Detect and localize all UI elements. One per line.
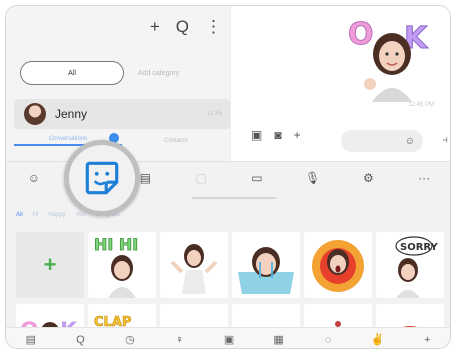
svg-text:HI HI: HI HI <box>94 235 138 254</box>
sticker-icon <box>85 161 119 195</box>
emoji-icon[interactable]: ☺ <box>6 171 62 185</box>
add-sticker-button[interactable]: + <box>16 232 84 298</box>
conversation-row[interactable]: Jenny 12:45 <box>14 99 230 129</box>
contact-name: Jenny <box>55 107 88 121</box>
download-stickers-icon[interactable]: + <box>403 334 451 346</box>
tab-contacts[interactable]: Contacts <box>122 138 230 144</box>
keyboard-switch-icon[interactable]: ▤ <box>6 333 56 346</box>
sticker-pack-2-icon[interactable]: ▦ <box>254 333 304 346</box>
top-actions: + Q ⋮ <box>150 18 222 35</box>
sticker-pack-icon[interactable]: ▣ <box>204 333 254 346</box>
conversation-time: 12:45 <box>206 111 222 117</box>
category-yes[interactable]: Yes <box>76 212 86 218</box>
sticker-sorry[interactable]: SORRY <box>376 232 444 298</box>
sticker-shrug[interactable] <box>160 232 228 298</box>
add-category-link[interactable]: Add category <box>138 70 179 77</box>
settings-icon[interactable]: ⚙ <box>341 171 397 185</box>
category-all[interactable]: All <box>16 212 23 218</box>
avatar <box>24 103 46 125</box>
svg-text:O: O <box>348 17 374 52</box>
message-input[interactable]: ☺ <box>341 130 423 152</box>
ar-emoji-stickers-icon[interactable]: ♀ <box>155 334 205 346</box>
sticker-surprised[interactable] <box>304 232 372 298</box>
bunny-sticker-icon[interactable]: ✌ <box>353 333 403 346</box>
chat-pane: O K 12:45 PM ▣ ◙ + ☺ ⫞ <box>230 6 450 161</box>
app-frame: + Q ⋮ All Add category Jenny 12:45 Conve… <box>5 5 451 349</box>
all-filter-button[interactable]: All <box>20 61 124 85</box>
add-icon[interactable]: + <box>150 18 160 35</box>
more-icon[interactable]: ··· <box>396 171 450 185</box>
sent-ar-emoji-sticker: O K <box>342 14 442 104</box>
sticker-toggle-icon[interactable]: ☺ <box>405 136 415 147</box>
category-hi[interactable]: Hi <box>33 212 39 218</box>
svg-text:SORRY: SORRY <box>400 242 439 253</box>
panel-drag-handle[interactable] <box>192 197 276 199</box>
keyboard-mode-icon[interactable]: ▢ <box>173 171 229 185</box>
microphone-icon[interactable]: 🎙 <box>285 171 341 185</box>
attach-plus-icon[interactable]: + <box>294 128 301 142</box>
keyboard-bottom-bar: ▤ Q ◷ ♀ ▣ ▦ ◌ ✌ + <box>6 327 451 348</box>
sticker-tab-magnifier[interactable] <box>64 140 140 216</box>
character-sticker-icon[interactable]: ◌ <box>303 334 353 346</box>
filter-row: All Add category <box>20 61 179 85</box>
screen-icon[interactable]: ▭ <box>229 171 285 185</box>
sticker-hi[interactable]: HI HI <box>88 232 156 298</box>
compose-icons: ▣ ◙ + <box>251 128 301 142</box>
sticker-search-icon[interactable]: Q <box>56 334 106 346</box>
category-happy[interactable]: Happy <box>48 212 65 218</box>
send-icon[interactable]: ⫞ <box>443 134 449 147</box>
sticker-crying[interactable] <box>232 232 300 298</box>
search-icon[interactable]: Q <box>176 18 189 35</box>
sent-time: 12:45 PM <box>408 102 434 108</box>
recent-icon[interactable]: ◷ <box>105 333 155 346</box>
camera-icon[interactable]: ◙ <box>274 128 281 142</box>
more-options-icon[interactable]: ⋮ <box>205 18 222 35</box>
gallery-icon[interactable]: ▣ <box>251 128 262 142</box>
